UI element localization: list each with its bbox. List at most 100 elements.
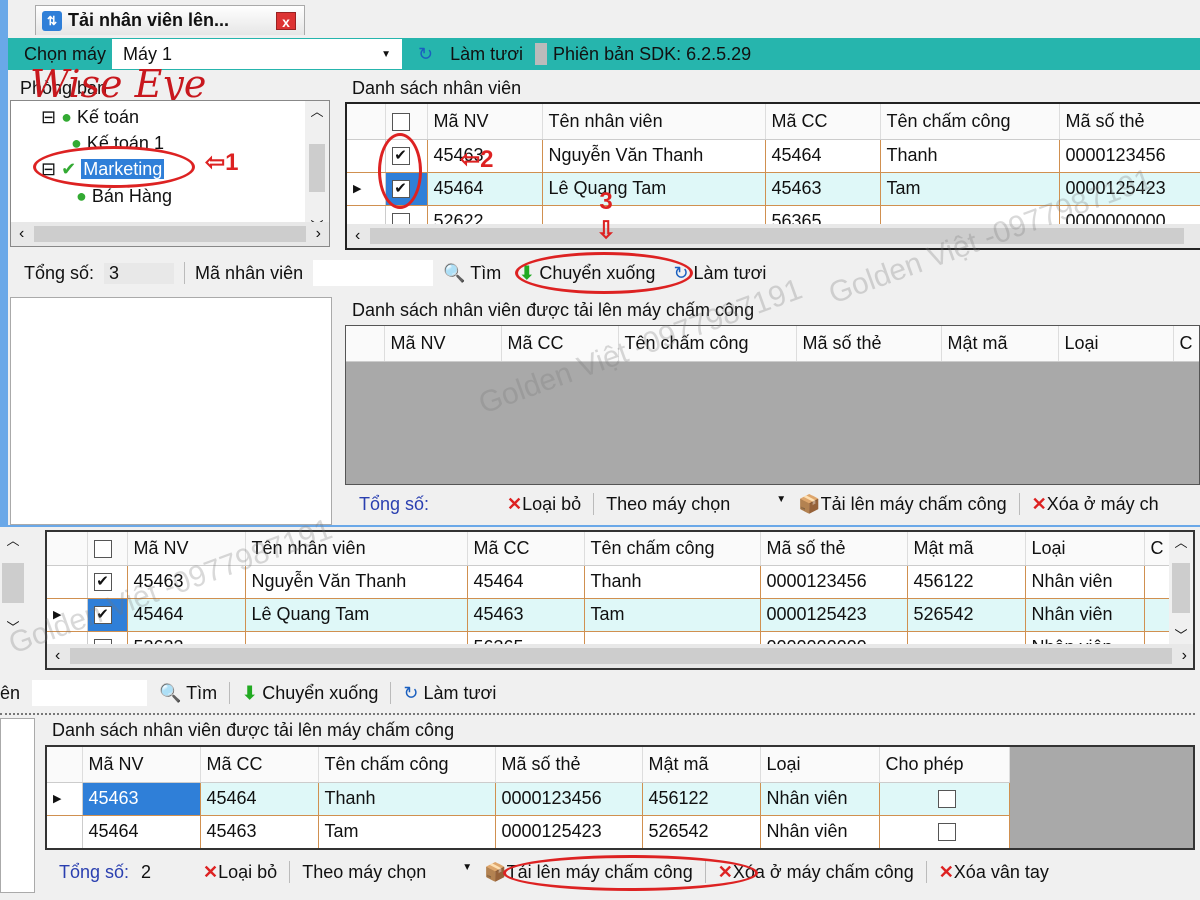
- column-header[interactable]: C: [1173, 326, 1199, 362]
- table-row[interactable]: ▶ ✔ 45464 Lê Quang Tam 45463 Tam 0000125423 526…: [47, 598, 1173, 632]
- arrow-down-icon: ⬇: [242, 682, 258, 703]
- checkbox[interactable]: ✔: [93, 573, 112, 592]
- table-cell: 526542: [642, 815, 761, 848]
- row-indicator[interactable]: ▶: [47, 782, 83, 816]
- row-header-corner: [347, 104, 386, 140]
- arrow-left-annotation: ⇦1: [205, 149, 239, 176]
- column-header[interactable]: Tên chấm công: [880, 104, 1060, 140]
- refresh-button[interactable]: ↻ Làm tươi: [402, 44, 535, 65]
- checkbox[interactable]: [938, 790, 956, 809]
- employee-code-input[interactable]: [32, 680, 148, 706]
- remove-button[interactable]: ✕Loại bỏ: [203, 862, 277, 883]
- find-button[interactable]: 🔍 Tìm: [159, 683, 217, 704]
- table-cell: Thanh: [880, 139, 1060, 173]
- refresh-label: Làm tươi: [450, 43, 524, 64]
- refresh-button[interactable]: ↻ Làm tươi: [403, 683, 496, 704]
- close-tab-button[interactable]: x: [276, 11, 296, 30]
- checkbox[interactable]: [93, 540, 112, 558]
- column-header[interactable]: Mã số thẻ: [796, 326, 942, 362]
- table-cell: Nguyễn Văn Thanh: [245, 565, 468, 599]
- table-row[interactable]: ▶ 45463 45464 Thanh 0000123456 456122 Nhân viê…: [47, 782, 1010, 816]
- row-indicator[interactable]: [47, 815, 83, 848]
- column-header[interactable]: C: [1144, 532, 1173, 566]
- table-cell: 0000125423: [495, 815, 643, 848]
- column-header[interactable]: Mật mã: [642, 747, 761, 783]
- grid-hscrollbar[interactable]: ‹ ›: [47, 644, 1193, 668]
- table-cell: Nhân viên: [1025, 598, 1145, 632]
- column-header[interactable]: Mã NV: [82, 747, 201, 783]
- table-cell: 0000123456: [760, 565, 908, 599]
- column-header[interactable]: Tên nhân viên: [542, 104, 766, 140]
- table-cell: Thanh: [584, 565, 761, 599]
- tree-vscrollbar[interactable]: ︿﹀: [305, 101, 329, 234]
- tab-title: Tải nhân viên lên...: [68, 10, 230, 30]
- column-header[interactable]: Cho phép: [879, 747, 1010, 783]
- column-header[interactable]: Loại: [1025, 532, 1145, 566]
- column-header[interactable]: Mã số thẻ: [495, 747, 643, 783]
- tree-hscrollbar[interactable]: ‹ ›: [11, 222, 329, 246]
- column-header[interactable]: Mã NV: [384, 326, 502, 362]
- table-cell: Nguyễn Văn Thanh: [542, 139, 766, 173]
- mode-select[interactable]: Theo máy chọn ▼: [302, 862, 472, 883]
- table-cell: Nhân viên: [760, 815, 880, 848]
- total-value: 3: [104, 262, 175, 284]
- column-header[interactable]: Tên chấm công: [584, 532, 761, 566]
- table-cell: Lê Quang Tam: [542, 172, 766, 206]
- column-header[interactable]: Mã số thẻ: [760, 532, 908, 566]
- employees-label: Danh sách nhân viên: [352, 78, 522, 99]
- table-cell: 45464: [765, 139, 881, 173]
- column-header[interactable]: Tên chấm công: [318, 747, 496, 783]
- x-icon: ✕: [1031, 493, 1047, 514]
- move-down-button[interactable]: ⬇ Chuyển xuống: [242, 683, 378, 704]
- upload-bar-top: Tổng số: ✕Loại bỏ Theo máy chọn ▼ 📦Tải l…: [345, 490, 1200, 518]
- checkbox[interactable]: [391, 113, 410, 131]
- window-tab[interactable]: ⇅ Tải nhân viên lên... x: [35, 5, 305, 35]
- delete-fingerprint-button[interactable]: ✕Xóa vân tay: [939, 862, 1049, 883]
- grid-vscrollbar[interactable]: ︿ ﹀: [1169, 532, 1193, 646]
- row-indicator[interactable]: [47, 565, 88, 599]
- column-header[interactable]: Mật mã: [907, 532, 1026, 566]
- total-value: 2: [141, 861, 152, 882]
- upload-grid-top: Mã NV Mã CC Tên chấm công Mã số thẻ Mật mã Lo…: [345, 325, 1200, 485]
- find-button[interactable]: 🔍 Tìm: [443, 263, 501, 284]
- upload-button[interactable]: 📦Tải lên máy chấm công: [798, 494, 1007, 515]
- grid-hscrollbar[interactable]: ‹: [347, 224, 1200, 248]
- remove-button[interactable]: ✕Loại bỏ: [507, 494, 581, 515]
- row-header-corner: [47, 532, 88, 566]
- highlight-ellipse: [378, 133, 422, 209]
- table-cell: [1144, 598, 1173, 632]
- header-row: Mã NV Mã CC Tên chấm công Mã số thẻ Mật mã Lo…: [346, 326, 1199, 362]
- employee-code-input[interactable]: [313, 260, 434, 286]
- chevron-down-icon: ▼: [381, 48, 392, 60]
- table-cell: 45464: [467, 565, 585, 599]
- column-header[interactable]: Loại: [760, 747, 880, 783]
- table-cell: Thanh: [318, 782, 496, 816]
- column-header[interactable]: Mã CC: [467, 532, 585, 566]
- column-header[interactable]: [87, 532, 128, 566]
- mode-select[interactable]: Theo máy chọn ▼: [606, 494, 786, 515]
- column-header[interactable]: Loại: [1058, 326, 1174, 362]
- column-header[interactable]: Mã NV: [427, 104, 543, 140]
- column-header[interactable]: Mã CC: [200, 747, 319, 783]
- table-cell: [879, 815, 1010, 848]
- upload-icon: ⇅: [42, 10, 62, 31]
- column-header[interactable]: Mã CC: [765, 104, 881, 140]
- tree-item-ban-hang[interactable]: ● Bán Hàng: [76, 186, 172, 207]
- table-cell: 45464: [200, 782, 319, 816]
- delete-on-machine-button[interactable]: ✕Xóa ở máy ch: [1032, 494, 1159, 515]
- arrow-down-annotation: 3 ⇩: [596, 188, 617, 244]
- employee-code-label: Mã nhân viên: [195, 262, 304, 283]
- table-cell: 456122: [907, 565, 1026, 599]
- table-cell: 45463: [82, 782, 201, 816]
- column-header[interactable]: Mã số thẻ: [1059, 104, 1200, 140]
- header-row: Mã NV Tên nhân viên Mã CC Tên chấm công Mã s…: [347, 104, 1200, 140]
- total-label: Tổng số:: [359, 493, 430, 514]
- table-row[interactable]: 45464 45463 Tam 0000125423 526542 Nhân viên: [47, 815, 1010, 848]
- row-header-corner: [346, 326, 385, 362]
- row-header-corner: [47, 747, 83, 783]
- column-header[interactable]: Mật mã: [941, 326, 1059, 362]
- checkbox[interactable]: [938, 823, 956, 842]
- divider: [535, 43, 548, 65]
- tree-item-ke-toan[interactable]: ⊟ ● Kế toán: [41, 107, 139, 128]
- table-cell: 456122: [642, 782, 761, 816]
